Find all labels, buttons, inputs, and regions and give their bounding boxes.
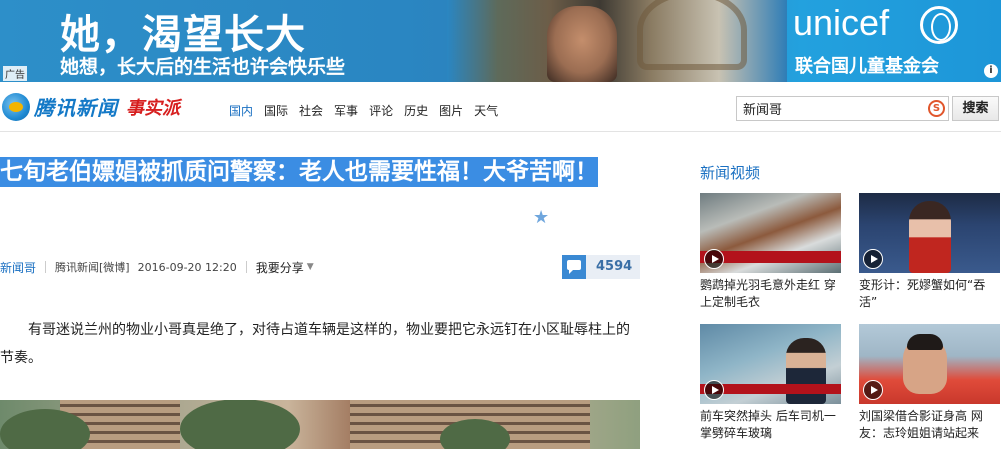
- unicef-name-cn: 联合国儿童基金会: [795, 56, 939, 77]
- sogou-search-icon[interactable]: S: [928, 100, 945, 117]
- nav-link-weather[interactable]: 天气: [474, 102, 498, 119]
- ad-label: 广告: [3, 66, 27, 81]
- favorite-star-icon[interactable]: ★: [533, 207, 549, 228]
- video-caption[interactable]: 鹦鹉掉光羽毛意外走红 穿上定制毛衣: [700, 277, 841, 311]
- banner-ad[interactable]: 她，渴望长大 她想，长大后的生活也许会快乐些 unicef 联合国儿童基金会 广…: [0, 0, 1001, 82]
- video-caption[interactable]: 变形计：死嫪蟹如何“吞活”: [859, 277, 1000, 311]
- video-card[interactable]: 鹦鹉掉光羽毛意外走红 穿上定制毛衣: [700, 193, 841, 311]
- play-icon[interactable]: [863, 249, 883, 269]
- ad-info-icon[interactable]: i: [984, 64, 998, 78]
- meta-divider: [245, 261, 247, 273]
- video-thumbnail[interactable]: [700, 193, 841, 273]
- site-logo[interactable]: 腾讯新闻 事实派: [2, 92, 180, 121]
- nav-link-photos[interactable]: 图片: [439, 102, 463, 119]
- unicef-logo-text: unicef: [793, 2, 890, 43]
- video-thumbnail[interactable]: [859, 324, 1000, 404]
- logo-subbrand[interactable]: 事实派: [126, 94, 180, 120]
- play-icon[interactable]: [704, 249, 724, 269]
- search-button[interactable]: 搜索: [952, 96, 999, 121]
- play-icon[interactable]: [863, 380, 883, 400]
- nav-link-society[interactable]: 社会: [299, 102, 323, 119]
- article-image: [0, 400, 640, 449]
- logo-text: 腾讯新闻: [34, 96, 118, 120]
- banner-subline: 她想，长大后的生活也许会快乐些: [60, 56, 346, 78]
- nav-link-history[interactable]: 历史: [404, 102, 428, 119]
- nav-link-commentary[interactable]: 评论: [369, 102, 393, 119]
- video-card[interactable]: 前车突然掉头 后车司机一掌劈碎车玻璃: [700, 324, 841, 442]
- news-anchor-image: [909, 201, 951, 273]
- comment-count-button[interactable]: 4594: [562, 255, 640, 279]
- article-paragraph: 有哥迷说兰州的物业小哥真是绝了，对待占道车辆是这样的，物业要把它永远钉在小区耻辱…: [0, 322, 630, 366]
- column-link[interactable]: 新闻哥: [0, 259, 36, 276]
- article-source[interactable]: 腾讯新闻[微博]: [55, 259, 130, 275]
- sidebar-title[interactable]: 新闻视频: [700, 162, 760, 183]
- meta-divider: [45, 261, 47, 273]
- video-card[interactable]: 变形计：死嫪蟹如何“吞活”: [859, 193, 1000, 311]
- play-icon[interactable]: [704, 380, 724, 400]
- nav-link-military[interactable]: 军事: [334, 102, 358, 119]
- person-face-image: [903, 334, 947, 394]
- comment-count: 4594: [596, 259, 633, 274]
- article-meta: 新闻哥 腾讯新闻[微博] 2016-09-20 12:20 我要分享 ▼: [0, 255, 640, 279]
- article-title-text: 七旬老伯嫖娼被抓质问警察：老人也需要性福！大爷苦啊！: [0, 157, 598, 187]
- share-button[interactable]: 我要分享: [256, 259, 304, 276]
- video-card[interactable]: 刘国梁借合影证身高 网友：志玲姐姐请站起来: [859, 324, 1000, 442]
- channel-nav: 国内 国际 社会 军事 评论 历史 图片 天气: [229, 102, 509, 119]
- nav-link-international[interactable]: 国际: [264, 102, 288, 119]
- video-caption[interactable]: 前车突然掉头 后车司机一掌劈碎车玻璃: [700, 408, 841, 442]
- article-title-wrap: 七旬老伯嫖娼被抓质问警察：老人也需要性福！大爷苦啊！: [0, 152, 640, 192]
- top-navbar: 腾讯新闻 事实派 国内 国际 社会 军事 评论 历史 图片 天气 S 搜索: [0, 82, 1001, 132]
- comment-bubble-icon: [562, 255, 586, 279]
- search-input[interactable]: [737, 97, 917, 120]
- tree-shape: [180, 400, 300, 449]
- video-thumbnail[interactable]: [700, 324, 841, 404]
- article-time: 2016-09-20 12:20: [137, 260, 237, 274]
- article-title: 七旬老伯嫖娼被抓质问警察：老人也需要性福！大爷苦啊！: [0, 152, 640, 192]
- video-caption[interactable]: 刘国梁借合影证身高 网友：志玲姐姐请站起来: [859, 408, 1000, 442]
- share-dropdown-icon[interactable]: ▼: [307, 262, 314, 272]
- qq-penguin-icon: [2, 92, 30, 121]
- girl-face-image: [547, 6, 617, 82]
- news-anchor-image: [786, 338, 826, 404]
- basket-image: [637, 0, 747, 70]
- unicef-globe-icon: [920, 6, 958, 44]
- nav-link-domestic[interactable]: 国内: [229, 102, 253, 119]
- video-thumbnail[interactable]: [859, 193, 1000, 273]
- search-box: S: [736, 96, 949, 121]
- banner-photo: [447, 0, 787, 82]
